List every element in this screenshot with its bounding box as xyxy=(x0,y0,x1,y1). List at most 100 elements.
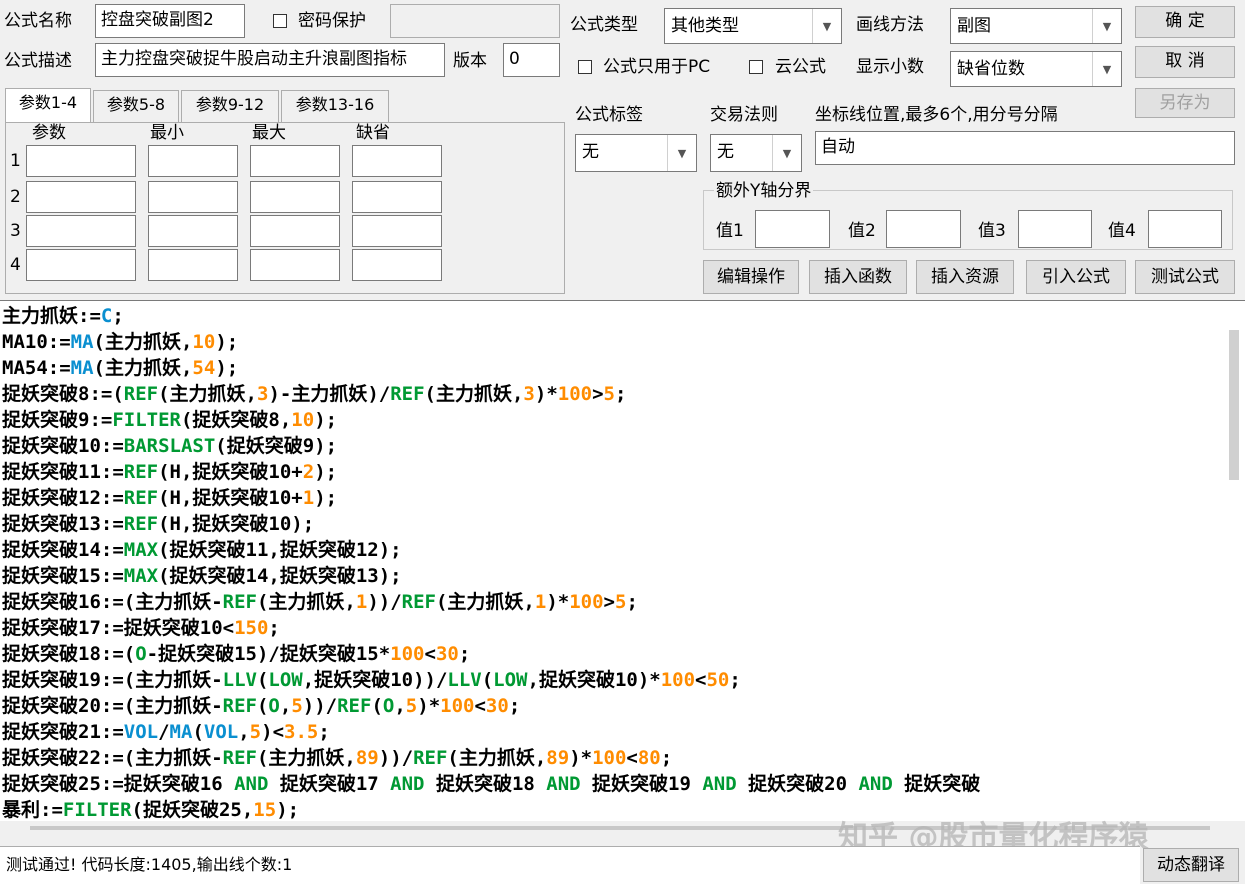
status-bar: 测试通过! 代码长度:1405,输出线个数:1 xyxy=(0,846,1140,884)
value1-label: 值1 xyxy=(716,221,744,241)
code-token: (主力抓妖, xyxy=(435,591,535,613)
code-token: )* xyxy=(534,383,558,405)
tab-params-9-12[interactable]: 参数9-12 xyxy=(181,90,279,122)
value3-input[interactable] xyxy=(1018,210,1092,248)
value2-input[interactable] xyxy=(886,210,961,248)
code-token: O xyxy=(382,695,395,717)
import-formula-button[interactable]: 引入公式 xyxy=(1026,260,1126,294)
dynamic-translate-button[interactable]: 动态翻译 xyxy=(1143,848,1239,882)
code-token: REF xyxy=(123,513,159,535)
code-token: 捉妖突破12:= xyxy=(2,487,124,509)
code-token: ); xyxy=(314,487,338,509)
tab-params-5-8[interactable]: 参数5-8 xyxy=(93,90,179,122)
code-token: 100 xyxy=(569,591,604,613)
code-token: / xyxy=(158,721,170,743)
value4-input[interactable] xyxy=(1148,210,1222,248)
code-line: 捉妖突破9:=FILTER(捉妖突破8,10); xyxy=(2,407,337,433)
chevron-down-icon: ▼ xyxy=(1092,9,1121,43)
code-token: O xyxy=(135,643,147,665)
code-token: MA xyxy=(169,721,193,743)
code-token: )-主力抓妖)/ xyxy=(268,383,391,405)
vertical-scrollbar[interactable] xyxy=(1229,330,1239,480)
edit-operation-button[interactable]: 编辑操作 xyxy=(703,260,799,294)
param4-max-input[interactable] xyxy=(250,249,340,281)
code-line: 捉妖突破19:=(主力抓妖-LLV(LOW,捉妖突破10))/LLV(LOW,捉… xyxy=(2,667,741,693)
code-token: MA xyxy=(70,331,94,353)
code-token: 捉妖突破20:=(主力抓妖- xyxy=(2,695,223,717)
code-token: < xyxy=(474,695,486,717)
decimals-select[interactable]: 缺省位数 ▼ xyxy=(950,51,1122,87)
code-token: (捉妖突破8, xyxy=(180,409,292,431)
tab-params-13-16[interactable]: 参数13-16 xyxy=(281,90,389,122)
param2-max-input[interactable] xyxy=(250,181,340,213)
param-row-number: 3 xyxy=(10,221,21,241)
code-token: (捉妖突破14,捉妖突破13); xyxy=(158,565,402,587)
param2-name-input[interactable] xyxy=(26,181,136,213)
param3-max-input[interactable] xyxy=(250,215,340,247)
code-token: LOW xyxy=(268,669,303,691)
param3-min-input[interactable] xyxy=(148,215,238,247)
code-token: 3 xyxy=(256,383,269,405)
code-token: )* xyxy=(546,591,570,613)
cloud-checkbox[interactable] xyxy=(749,60,763,74)
draw-method-label: 画线方法 xyxy=(856,15,924,35)
pc-only-checkbox[interactable] xyxy=(578,60,592,74)
code-token: LOW xyxy=(493,669,528,691)
draw-method-select[interactable]: 副图 ▼ xyxy=(950,8,1122,44)
code-token: ; xyxy=(318,721,330,743)
param1-default-input[interactable] xyxy=(352,145,442,177)
code-line: 捉妖突破18:=(O-捉妖突破15)/捉妖突破15*100<30; xyxy=(2,641,470,667)
param1-name-input[interactable] xyxy=(26,145,136,177)
password-checkbox[interactable] xyxy=(273,14,287,28)
code-token: 捉妖突破18 xyxy=(424,773,547,795)
test-formula-button[interactable]: 测试公式 xyxy=(1135,260,1235,294)
code-editor[interactable]: 主力抓妖:=C; MA10:=MA(主力抓妖,10); MA54:=MA(主力抓妖,… xyxy=(0,300,1245,821)
decimals-label: 显示小数 xyxy=(856,57,924,77)
version-input[interactable]: 0 xyxy=(503,43,560,77)
save-as-button[interactable]: 另存为 xyxy=(1135,88,1235,118)
tab-params-1-4[interactable]: 参数1-4 xyxy=(5,88,91,122)
code-line: 主力抓妖:=C; xyxy=(2,303,124,329)
code-token: 15 xyxy=(253,799,277,821)
code-token: 捉妖突破22:=(主力抓妖- xyxy=(2,747,223,769)
value1-input[interactable] xyxy=(755,210,830,248)
code-token: 3.5 xyxy=(284,721,319,743)
cancel-button[interactable]: 取 消 xyxy=(1135,46,1235,78)
code-line: MA54:=MA(主力抓妖,54); xyxy=(2,355,238,381)
code-token: 3 xyxy=(523,383,535,405)
code-token: 捉妖突破8:=( xyxy=(2,383,124,405)
axis-position-input[interactable]: 自动 xyxy=(815,131,1235,165)
formula-type-select[interactable]: 其他类型 ▼ xyxy=(664,8,842,44)
insert-function-button[interactable]: 插入函数 xyxy=(809,260,907,294)
insert-resource-button[interactable]: 插入资源 xyxy=(916,260,1014,294)
code-token: < xyxy=(626,747,638,769)
param2-min-input[interactable] xyxy=(148,181,238,213)
formula-desc-input[interactable]: 主力控盘突破捉牛股启动主升浪副图指标 xyxy=(95,43,445,77)
password-input[interactable] xyxy=(390,4,560,38)
code-token: ; xyxy=(660,747,673,769)
param-row-number: 1 xyxy=(10,151,21,171)
code-token: REF xyxy=(337,695,372,717)
param2-default-input[interactable] xyxy=(352,181,442,213)
code-token: 捉妖突破14:= xyxy=(2,539,124,561)
ok-button[interactable]: 确 定 xyxy=(1135,6,1235,38)
param3-default-input[interactable] xyxy=(352,215,442,247)
code-token: 30 xyxy=(435,643,459,665)
param1-max-input[interactable] xyxy=(250,145,340,177)
formula-name-input[interactable]: 控盘突破副图2 xyxy=(95,4,245,38)
code-token: (主力抓妖, xyxy=(158,383,257,405)
code-token: 1 xyxy=(534,591,547,613)
param4-min-input[interactable] xyxy=(148,249,238,281)
param1-min-input[interactable] xyxy=(148,145,238,177)
code-token: (捉妖突破9); xyxy=(215,435,338,457)
param3-name-input[interactable] xyxy=(26,215,136,247)
code-token: , xyxy=(394,695,406,717)
password-label: 密码保护 xyxy=(298,11,366,31)
chevron-down-icon: ▼ xyxy=(667,135,696,171)
formula-type-label: 公式类型 xyxy=(570,15,638,35)
param4-name-input[interactable] xyxy=(26,249,136,281)
param4-default-input[interactable] xyxy=(352,249,442,281)
trade-rule-select[interactable]: 无 ▼ xyxy=(710,134,802,172)
formula-tag-select[interactable]: 无 ▼ xyxy=(575,134,697,172)
code-token: AND xyxy=(858,773,893,795)
